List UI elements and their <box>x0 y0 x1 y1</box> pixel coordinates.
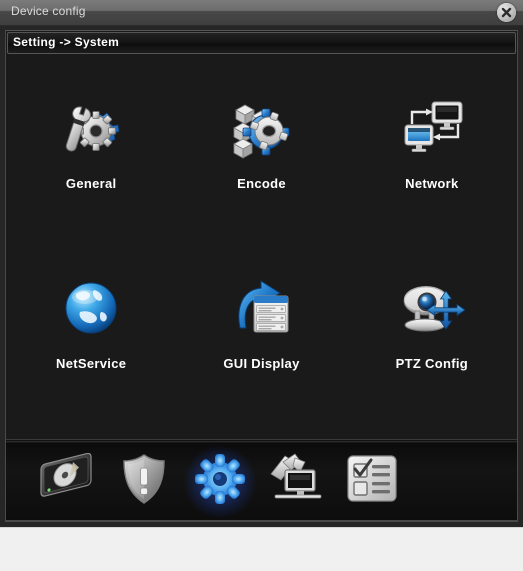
device-config-window: Device config Setting -> System General … <box>0 0 523 527</box>
breadcrumb: Setting -> System <box>7 32 516 54</box>
menu-item-label: GUI Display <box>223 356 300 371</box>
window-body: Setting -> System General Encode Network… <box>0 26 523 527</box>
menu-item-label: General <box>65 176 117 191</box>
inner-frame: Setting -> System General Encode Network… <box>5 30 518 522</box>
menu-item-network[interactable]: Network <box>347 78 517 258</box>
menu-item-label: Network <box>405 176 459 191</box>
toolbar-item-advanced[interactable] <box>258 447 334 517</box>
dome-camera-arrows-icon <box>395 272 469 346</box>
toolbar-item-record-storage[interactable] <box>30 447 106 517</box>
computer-tools-icon <box>265 452 327 511</box>
category-toolbar <box>6 443 517 521</box>
desktop-background <box>0 527 523 571</box>
checklist-icon <box>345 453 399 510</box>
wrench-gear-icon <box>54 92 128 166</box>
menu-item-label: Encode <box>237 176 286 191</box>
arrow-list-icon <box>224 272 298 346</box>
blocks-gear-icon <box>224 92 298 166</box>
close-icon[interactable] <box>497 3 516 22</box>
settings-grid: General Encode Network NetService GUI Di… <box>6 78 517 438</box>
gear-icon <box>191 450 249 513</box>
breadcrumb-text: Setting -> System <box>13 35 120 49</box>
globe-icon <box>54 272 128 346</box>
hard-disk-icon <box>37 452 99 510</box>
menu-item-label: NetService <box>56 356 127 371</box>
toolbar-item-alarm[interactable] <box>106 447 182 517</box>
menu-item-general[interactable]: General <box>6 78 176 258</box>
two-monitors-icon <box>395 92 469 166</box>
menu-item-encode[interactable]: Encode <box>176 78 346 258</box>
window-titlebar: Device config <box>0 0 523 26</box>
menu-item-netservice[interactable]: NetService <box>6 258 176 438</box>
menu-item-gui-display[interactable]: GUI Display <box>176 258 346 438</box>
window-title: Device config <box>11 4 86 18</box>
menu-item-label: PTZ Config <box>395 356 468 371</box>
toolbar-item-info[interactable] <box>334 447 410 517</box>
toolbar-item-system[interactable] <box>182 445 258 518</box>
settings-grid-area: General Encode Network NetService GUI Di… <box>6 54 517 439</box>
shield-alert-icon <box>119 452 169 511</box>
menu-item-ptz-config[interactable]: PTZ Config <box>347 258 517 438</box>
screen: Device config Setting -> System General … <box>0 0 523 571</box>
